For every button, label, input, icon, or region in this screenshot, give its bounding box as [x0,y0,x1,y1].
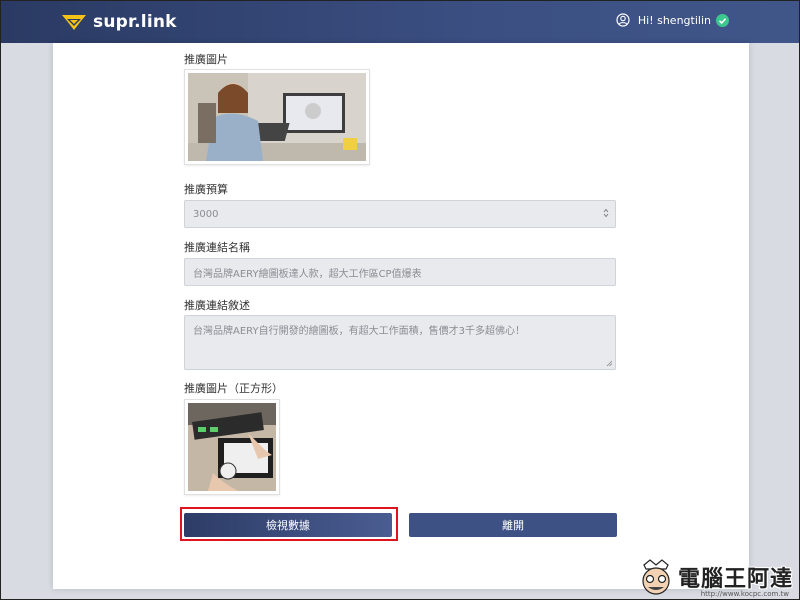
logo-icon [62,15,86,30]
view-data-highlight-box [180,507,398,541]
square-promo-photo [188,403,276,491]
budget-value: 3000 [193,208,219,220]
watermark-text: 電腦王阿達 [677,567,793,592]
link-name-input[interactable]: 台灣品牌AERY繪圖板達人款，超大工作區CP值爆表 [184,258,616,286]
logo-text: supr.link [93,12,177,32]
user-menu[interactable]: Hi! shengtilin [616,13,729,27]
promo-image-label: 推廣圖片 [184,53,228,66]
resize-handle-icon[interactable] [606,360,613,367]
campaign-form-card: 推廣圖片 推廣預算 3000 推廣連結名稱 台灣品牌AERY繪圖板達人款，超大工… [53,43,749,589]
watermark-url: http://www.kocpc.com.tw [700,590,789,598]
supr-link-logo[interactable]: supr.link [61,11,177,33]
verified-check-icon [716,13,729,27]
watermark: 電腦王阿達 http://www.kocpc.com.tw [636,557,793,598]
mascot-face-icon [642,559,670,595]
square-promo-image [184,399,280,495]
user-greeting: Hi! shengtilin [637,13,711,27]
budget-label: 推廣預算 [184,183,228,196]
square-image-label: 推廣圖片（正方形） [184,382,283,395]
top-navigation-bar: supr.link Hi! shengtilin [1,1,799,43]
number-spinner-icon[interactable] [603,208,609,218]
promo-photo [188,73,366,161]
link-description-label: 推廣連結敘述 [184,299,250,312]
user-icon [616,13,630,27]
promo-image [184,69,370,165]
link-description-textarea[interactable]: 台灣品牌AERY自行開發的繪圖板，有超大工作面積，售價才3千多超佛心！ [184,315,616,370]
link-description-value: 台灣品牌AERY自行開發的繪圖板，有超大工作面積，售價才3千多超佛心！ [193,326,525,337]
link-name-value: 台灣品牌AERY繪圖板達人款，超大工作區CP值爆表 [193,268,422,280]
link-name-label: 推廣連結名稱 [184,241,250,254]
budget-number-input[interactable]: 3000 [184,200,616,228]
leave-button[interactable]: 離開 [409,513,617,537]
